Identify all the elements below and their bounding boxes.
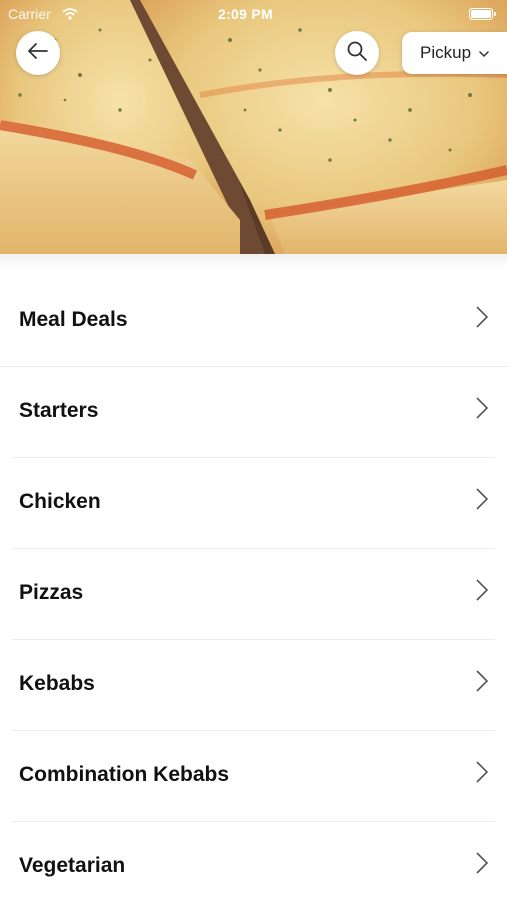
menu-item-label: Kebabs	[19, 672, 95, 695]
chevron-right-icon	[476, 670, 489, 697]
menu-item-label: Combination Kebabs	[19, 763, 230, 786]
chevron-right-icon	[476, 397, 489, 424]
back-button[interactable]	[16, 31, 60, 75]
pickup-label: Pickup	[420, 43, 472, 62]
menu-item-label: Starters	[19, 399, 99, 422]
wifi-icon	[62, 7, 78, 23]
menu-item-label: Chicken	[19, 490, 101, 513]
menu-item-chicken[interactable]: Chicken	[0, 458, 507, 549]
status-time: 2:09 PM	[218, 6, 274, 22]
search-icon	[346, 40, 368, 67]
chevron-right-icon	[476, 579, 489, 606]
menu-item-label: Vegetarian	[19, 854, 126, 877]
chevron-right-icon	[476, 306, 489, 333]
menu-item-starters[interactable]: Starters	[0, 367, 507, 458]
status-bar: Carrier 2:09 PM	[0, 0, 507, 26]
menu-item-meal-deals[interactable]: Meal Deals	[0, 276, 507, 367]
chevron-right-icon	[476, 852, 489, 879]
menu-item-label: Pizzas	[19, 581, 84, 604]
menu-item-vegetarian[interactable]: Vegetarian	[0, 822, 507, 913]
menu-category-list: Meal Deals Starters Chicken Pizzas Kebab…	[0, 276, 507, 913]
pickup-selector[interactable]: Pickup	[402, 32, 507, 74]
carrier-label: Carrier	[8, 6, 51, 22]
menu-item-combination-kebabs[interactable]: Combination Kebabs	[0, 731, 507, 822]
menu-item-pizzas[interactable]: Pizzas	[0, 549, 507, 640]
menu-item-kebabs[interactable]: Kebabs	[0, 640, 507, 731]
chevron-right-icon	[476, 488, 489, 515]
chevron-right-icon	[476, 761, 489, 788]
battery-icon	[469, 8, 496, 20]
chevron-down-icon	[479, 43, 489, 63]
hero-shadow	[0, 254, 507, 268]
arrow-left-icon	[27, 42, 49, 65]
menu-item-label: Meal Deals	[19, 308, 128, 331]
search-button[interactable]	[335, 31, 379, 75]
